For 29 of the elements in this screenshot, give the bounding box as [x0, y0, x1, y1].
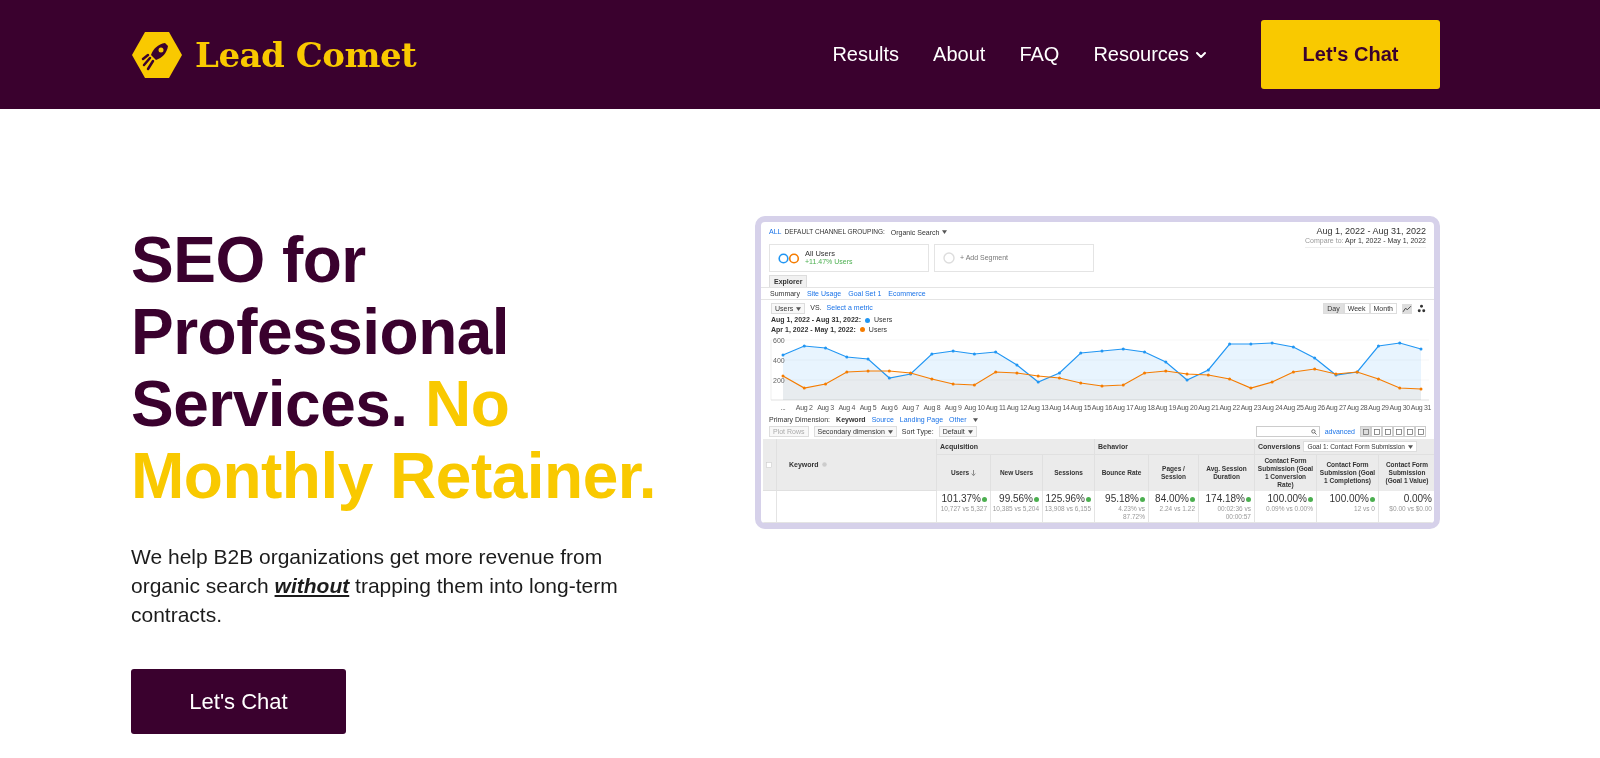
- segment-rings-icon: [778, 252, 800, 264]
- rocket-logo-icon: [131, 30, 183, 79]
- logo-wordmark[interactable]: Lead Comet: [195, 34, 417, 75]
- nav-link[interactable]: Results: [832, 43, 900, 66]
- caret-icon: [796, 306, 802, 311]
- date-range[interactable]: Aug 1, 2022 - Aug 31, 2022: [1316, 226, 1426, 237]
- nav-link[interactable]: Resources: [1093, 43, 1209, 66]
- view-toggle-button[interactable]: [1382, 426, 1393, 438]
- view-toggle-button[interactable]: [1404, 426, 1415, 438]
- checkbox[interactable]: [766, 461, 772, 468]
- nav-link[interactable]: About: [933, 43, 986, 66]
- nav-link[interactable]: FAQ: [1019, 43, 1060, 66]
- hero-heading: SEO for Professional Services. No Monthly Retainer.: [131, 224, 657, 512]
- line-chart-icon[interactable]: [1402, 303, 1412, 314]
- caret-icon: [887, 429, 893, 434]
- view-toggle-button[interactable]: [1415, 426, 1426, 438]
- search-field[interactable]: [1255, 426, 1320, 438]
- sort-arrow-icon: [971, 470, 977, 477]
- chat-button[interactable]: Let's Chat: [131, 669, 346, 734]
- caret-icon: [1407, 444, 1413, 449]
- chat-button[interactable]: Let's Chat: [1261, 20, 1440, 89]
- hero-description: We help B2B organizations get more revenue from organic search without trapping them into long-term contracts.: [131, 544, 619, 628]
- view-toggle-button[interactable]: [1393, 426, 1404, 438]
- caret-icon: [942, 230, 948, 234]
- view-toggle-button[interactable]: [1360, 426, 1371, 438]
- scatter-icon[interactable]: [1417, 304, 1426, 314]
- empty-circle-icon: [943, 252, 955, 265]
- view-toggle-button[interactable]: [1371, 426, 1382, 438]
- search-icon: [1310, 428, 1317, 435]
